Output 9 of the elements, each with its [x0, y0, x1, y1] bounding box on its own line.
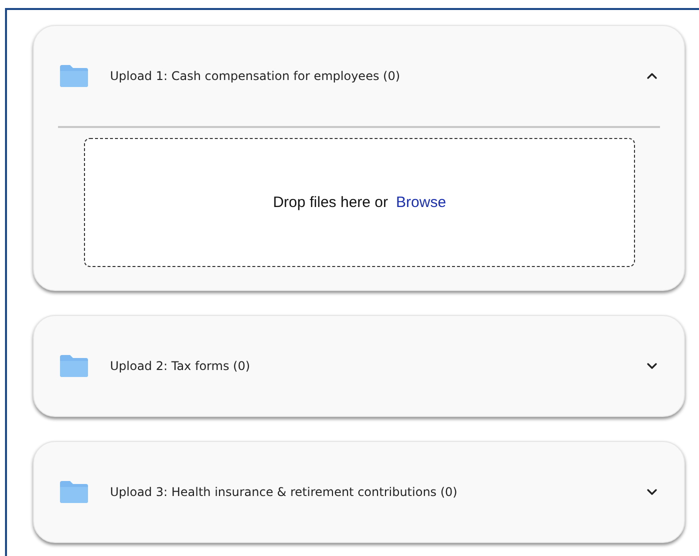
section-title: Upload 1: Cash compensation for employees (0) [110, 69, 402, 83]
folder-icon [58, 64, 90, 88]
folder-icon [58, 480, 90, 504]
file-drop-zone[interactable]: Drop files here or Browse [84, 138, 635, 267]
browse-link[interactable]: Browse [396, 194, 446, 211]
section-title: Upload 2: Tax forms (0) [110, 359, 252, 373]
section-title: Upload 3: Health insurance & retirement contributions (0) [110, 485, 458, 499]
folder-icon [58, 354, 90, 378]
drop-instruction: Drop files here or [272, 194, 388, 211]
